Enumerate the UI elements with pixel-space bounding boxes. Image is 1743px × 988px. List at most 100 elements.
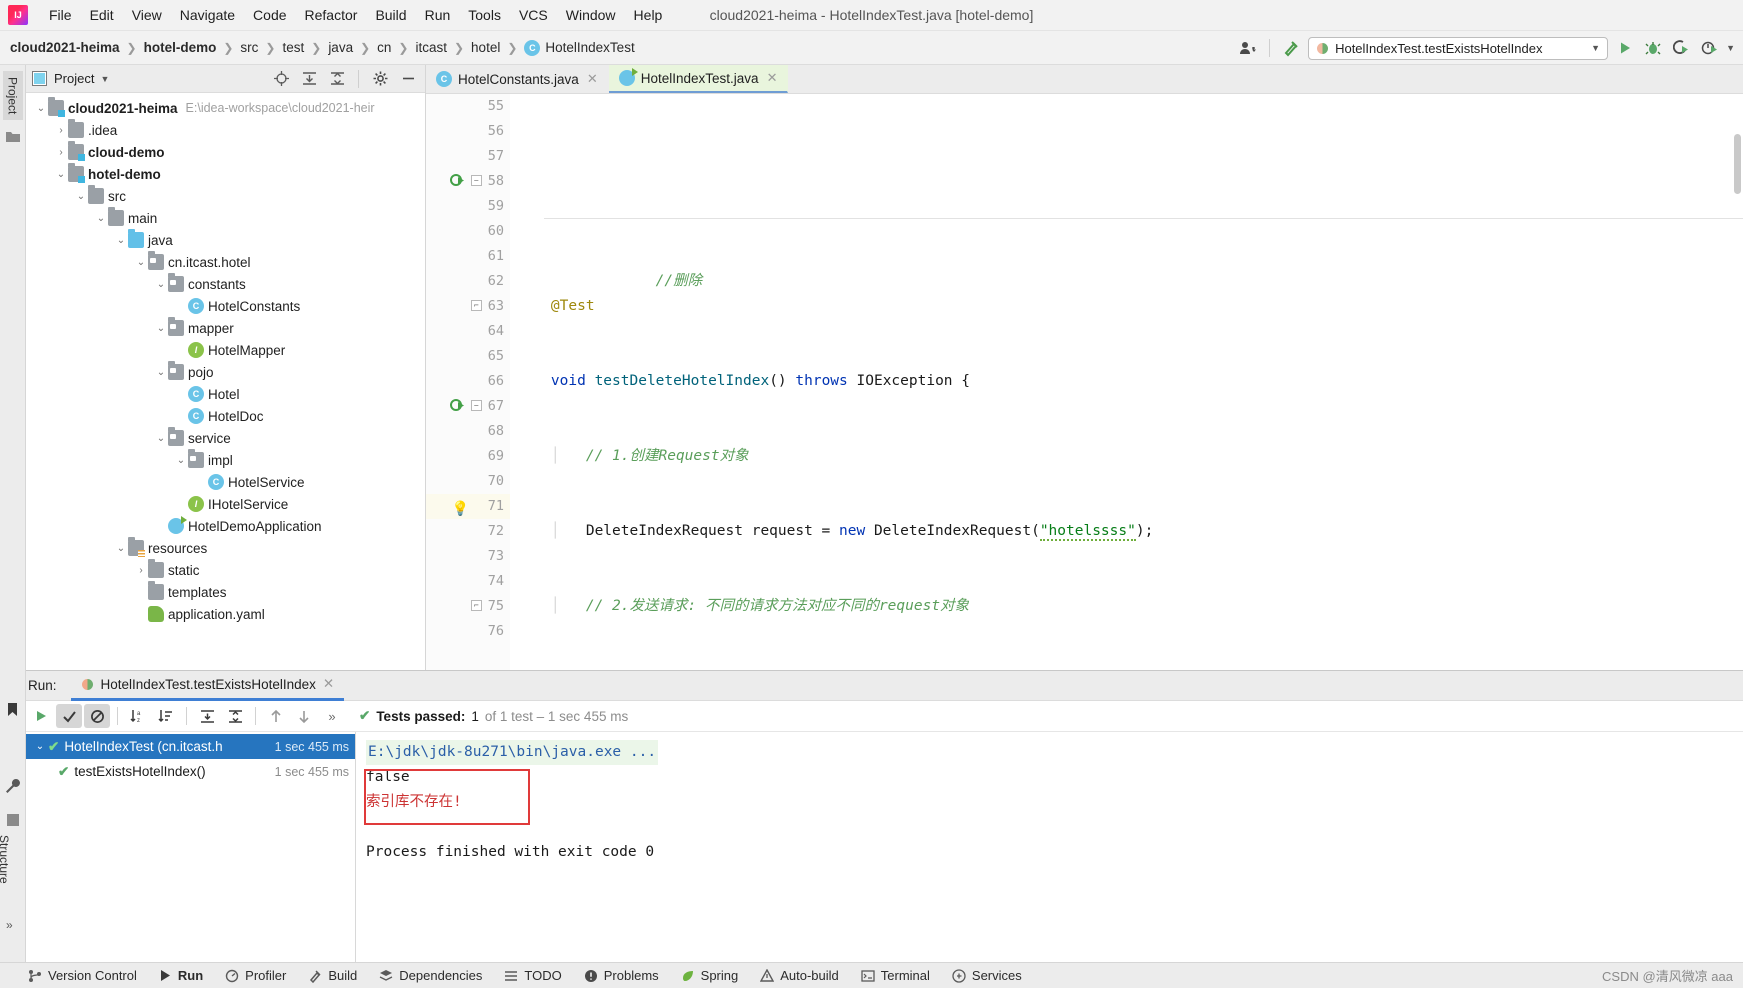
code-fold-icon[interactable]: − — [470, 400, 482, 411]
statusbar-item-version-control[interactable]: Version Control — [28, 968, 137, 983]
previous-failed-test-button[interactable] — [263, 704, 289, 728]
project-tree-row[interactable]: › .idea — [26, 119, 425, 141]
project-tree-row[interactable]: ⌄ constants — [26, 273, 425, 295]
debug-button[interactable] — [1642, 37, 1664, 59]
menu-navigate[interactable]: Navigate — [171, 3, 244, 27]
statusbar-item-dependencies[interactable]: Dependencies — [379, 968, 482, 983]
statusbar-item-problems[interactable]: Problems — [584, 968, 659, 983]
test-tree-row-class[interactable]: ⌄ ✔ HotelIndexTest (cn.itcast.h 1 sec 45… — [26, 734, 355, 759]
gutter-line-63[interactable]: ⌐ 63 — [426, 294, 510, 319]
project-tree-row[interactable]: ⌄ service — [26, 427, 425, 449]
gutter-line-66[interactable]: 66 — [426, 369, 510, 394]
chevron-down-icon[interactable]: ⌄ — [154, 433, 168, 444]
gutter-line-56[interactable]: 56 — [426, 119, 510, 144]
close-icon[interactable]: ✕ — [323, 676, 334, 692]
gutter-line-62[interactable]: 62 — [426, 269, 510, 294]
menu-build[interactable]: Build — [366, 3, 415, 27]
breadcrumb-item-7[interactable]: hotel — [471, 40, 500, 55]
menu-refactor[interactable]: Refactor — [296, 3, 367, 27]
tool-window-button-project[interactable]: Project — [2, 71, 23, 121]
gutter-line-76[interactable]: 76 — [426, 619, 510, 644]
gutter-line-60[interactable]: 60 — [426, 219, 510, 244]
console-output[interactable]: E:\jdk\jdk-8u271\bin\java.exe ... false … — [356, 732, 1743, 988]
project-tree-row[interactable]: C Hotel — [26, 383, 425, 405]
sort-by-duration-button[interactable] — [153, 704, 179, 728]
chevron-down-icon[interactable]: ⌄ — [54, 169, 68, 180]
project-tree-row[interactable]: ⌄ mapper — [26, 317, 425, 339]
project-tree-row[interactable]: ⌄ cloud2021-heima E:\idea-workspace\cloud2… — [26, 97, 425, 119]
chevron-right-icon[interactable]: › — [54, 125, 68, 136]
project-tree-row[interactable]: ⌄ impl — [26, 449, 425, 471]
menu-window[interactable]: Window — [557, 3, 625, 27]
gutter-line-68[interactable]: 68 — [426, 419, 510, 444]
breadcrumb-item-2[interactable]: src — [240, 40, 258, 55]
menu-edit[interactable]: Edit — [81, 3, 123, 27]
editor-tab-hotelindextest[interactable]: HotelIndexTest.java ✕ — [608, 65, 789, 93]
gutter-line-67[interactable]: −67 — [426, 394, 510, 419]
breadcrumb-item-5[interactable]: cn — [377, 40, 391, 55]
more-toolbar-chevron-icon[interactable]: ▼ — [1726, 43, 1735, 53]
collapse-all-button[interactable] — [222, 704, 248, 728]
gutter-line-61[interactable]: 61 — [426, 244, 510, 269]
menu-tools[interactable]: Tools — [459, 3, 510, 27]
project-tree-row[interactable]: C HotelDoc — [26, 405, 425, 427]
run-button[interactable] — [1614, 37, 1636, 59]
scroll-from-source-icon[interactable] — [270, 68, 292, 90]
statusbar-item-auto-build[interactable]: Auto-build — [760, 968, 839, 983]
gutter-line-71[interactable]: 💡 71 — [426, 494, 510, 519]
gutter-line-58[interactable]: −58 — [426, 169, 510, 194]
code-fold-end-icon[interactable]: ⌐ — [470, 300, 482, 311]
breadcrumb-item-3[interactable]: test — [282, 40, 304, 55]
menu-view[interactable]: View — [123, 3, 171, 27]
project-view-chevron-icon[interactable]: ▼ — [100, 74, 109, 84]
project-tree-row[interactable]: ⌄ main — [26, 207, 425, 229]
gutter-line-69[interactable]: 69 — [426, 444, 510, 469]
run-with-coverage-button[interactable] — [1670, 37, 1692, 59]
chevron-down-icon[interactable]: ⌄ — [154, 279, 168, 290]
gutter-line-70[interactable]: 70 — [426, 469, 510, 494]
build-hammer-icon[interactable] — [1280, 37, 1302, 59]
gutter-line-65[interactable]: 65 — [426, 344, 510, 369]
close-icon[interactable]: ✕ — [767, 70, 778, 86]
gutter-line-55[interactable]: 55 — [426, 94, 510, 119]
bookmarks-icon[interactable] — [6, 702, 19, 717]
breadcrumb-item-1[interactable]: hotel-demo — [144, 40, 217, 55]
test-tree-row-method[interactable]: ✔ testExistsHotelIndex() 1 sec 455 ms — [26, 759, 355, 784]
statusbar-item-run[interactable]: Run — [159, 968, 203, 983]
code-fold-end-icon[interactable]: ⌐ — [470, 600, 482, 611]
chevron-down-icon[interactable]: ⌄ — [94, 213, 108, 224]
chevron-down-icon[interactable]: ⌄ — [134, 257, 148, 268]
chevron-down-icon[interactable]: ⌄ — [34, 103, 48, 114]
project-tree-row[interactable]: › cloud-demo — [26, 141, 425, 163]
project-tree-row[interactable]: templates — [26, 581, 425, 603]
editor-gutter[interactable]: 55 56 57−58 59 60 61 62 ⌐ 63 64 65 66−67 68 69 70 💡 71 72… — [426, 94, 510, 670]
project-tree-row[interactable]: ⌄ pojo — [26, 361, 425, 383]
more-options-button[interactable]: » — [319, 704, 345, 728]
menu-help[interactable]: Help — [625, 3, 672, 27]
next-failed-test-button[interactable] — [291, 704, 317, 728]
collapse-all-icon[interactable] — [326, 68, 348, 90]
run-configuration-selector[interactable]: HotelIndexTest.testExistsHotelIndex ▼ — [1308, 36, 1609, 60]
gutter-line-64[interactable]: 64 — [426, 319, 510, 344]
chevron-down-icon[interactable]: ⌄ — [154, 367, 168, 378]
gutter-line-57[interactable]: 57 — [426, 144, 510, 169]
statusbar-item-terminal[interactable]: Terminal — [861, 968, 930, 983]
editor-scrollbar[interactable] — [1734, 134, 1741, 194]
breadcrumb-item-8[interactable]: C HotelIndexTest — [524, 39, 635, 56]
chevron-down-icon[interactable]: ⌄ — [114, 235, 128, 246]
code-fold-icon[interactable]: − — [470, 175, 482, 186]
chevron-down-icon[interactable]: ⌄ — [32, 741, 48, 752]
chevron-right-icon[interactable]: › — [54, 147, 68, 158]
gutter-line-59[interactable]: 59 — [426, 194, 510, 219]
project-tree-row[interactable]: C HotelConstants — [26, 295, 425, 317]
show-passed-toggle[interactable] — [56, 704, 82, 728]
project-tree-row[interactable]: ⌄ src — [26, 185, 425, 207]
project-tree-row[interactable]: ⌄ cn.itcast.hotel — [26, 251, 425, 273]
code-content[interactable]: //删除 @Test void testDeleteHotelIndex() t… — [510, 94, 1743, 670]
hide-pane-icon[interactable] — [397, 68, 419, 90]
breadcrumb-item-0[interactable]: cloud2021-heima — [10, 40, 120, 55]
expand-strip-icon[interactable]: » — [6, 918, 13, 932]
menu-run[interactable]: Run — [416, 3, 460, 27]
statusbar-item-build[interactable]: Build — [308, 968, 357, 983]
statusbar-item-todo[interactable]: TODO — [504, 968, 562, 983]
